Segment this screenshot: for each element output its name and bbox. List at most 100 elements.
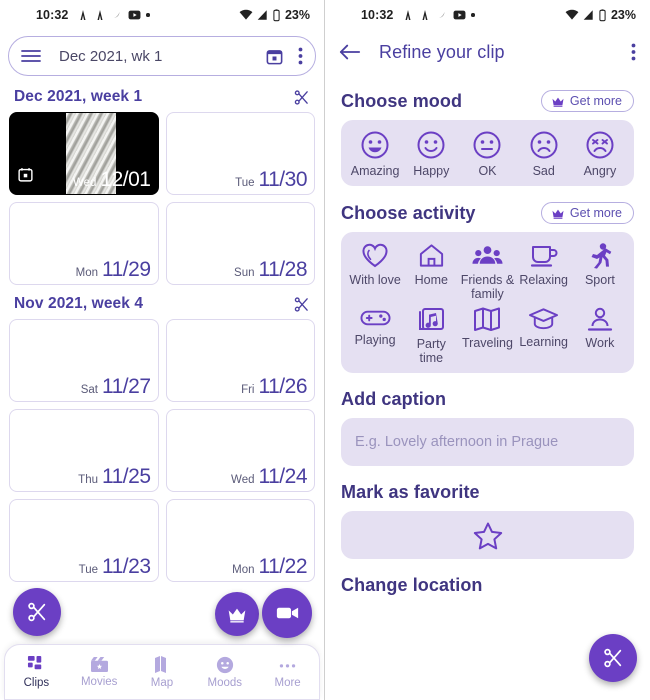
day-date: 11/22 — [258, 555, 308, 578]
app-bar-container: Dec 2021, wk 1 — [0, 30, 324, 78]
nav-item-more[interactable]: More — [256, 656, 319, 689]
day-tile[interactable]: Mon 11/29 — [9, 202, 159, 285]
calendar-badge-icon — [17, 166, 34, 188]
activity-option-playing[interactable]: Playing — [347, 307, 403, 365]
week-header-nov-2021-week-4: Nov 2021, week 4 — [0, 285, 324, 319]
activity-option-traveling[interactable]: Traveling — [459, 307, 515, 365]
activity-option-work[interactable]: Work — [572, 307, 628, 365]
get-more-activities-button[interactable]: Get more — [540, 202, 634, 224]
wifi-icon — [239, 9, 253, 20]
day-of-week: Mon — [232, 564, 255, 576]
battery-icon — [599, 8, 606, 21]
nav-item-movies[interactable]: Movies — [68, 656, 131, 688]
get-more-moods-button[interactable]: Get more — [540, 90, 634, 112]
day-tile-label: Wed 12/01 — [73, 168, 151, 192]
left-panel-clips-calendar: 10:32 23% Dec 2021, wk 1 Dec 2021, week … — [0, 0, 325, 700]
week-header-dec-2021-week-1: Dec 2021, week 1 — [0, 78, 324, 112]
battery-percent: 23% — [610, 8, 636, 22]
hamburger-menu-icon[interactable] — [21, 48, 41, 64]
favorite-toggle[interactable] — [341, 511, 634, 559]
mood-option-amazing[interactable]: Amazing — [347, 130, 403, 178]
top-bar: Refine your clip — [325, 30, 650, 74]
swirl-icon — [113, 12, 121, 19]
more-vertical-icon[interactable] — [631, 43, 636, 61]
app-bar[interactable]: Dec 2021, wk 1 — [8, 36, 316, 76]
activity-option-relaxing[interactable]: Relaxing — [516, 242, 572, 301]
calendar-icon[interactable] — [265, 47, 284, 66]
record-video-fab[interactable] — [262, 588, 312, 638]
activity-label: Party time — [416, 337, 446, 365]
activity-label: With love — [349, 273, 401, 287]
day-date: 11/30 — [258, 168, 308, 191]
day-date: 11/27 — [102, 375, 151, 398]
premium-fab[interactable] — [215, 592, 259, 636]
nav-label: Map — [150, 677, 174, 689]
app-bar-title: Dec 2021, wk 1 — [59, 47, 163, 65]
day-tile[interactable]: Wed 11/24 — [165, 409, 315, 492]
caption-input[interactable]: E.g. Lovely afternoon in Prague — [341, 418, 634, 466]
day-date: 11/23 — [102, 555, 151, 578]
day-tile[interactable]: Mon 11/22 — [165, 499, 315, 582]
activity-label: Traveling — [462, 336, 513, 350]
day-date: 12/01 — [100, 168, 151, 191]
nav-item-moods[interactable]: Moods — [193, 656, 256, 689]
activity-option-friends-family[interactable]: Friends & family — [459, 242, 515, 301]
bottom-navigation: Clips Movies Map Moods More — [4, 644, 320, 700]
refine-content: Choose mood Get more Amazing Happy OK Sa… — [325, 90, 650, 596]
activity-option-learning[interactable]: Learning — [516, 307, 572, 365]
smiley-icon — [216, 656, 233, 673]
heart-icon — [362, 243, 388, 268]
status-time: 10:32 — [36, 8, 69, 22]
scissors-icon[interactable] — [293, 296, 310, 313]
home-icon — [419, 244, 443, 267]
day-tile[interactable]: Tue 11/30 — [165, 112, 315, 195]
day-date: 11/29 — [102, 258, 151, 281]
mood-option-happy[interactable]: Happy — [403, 130, 459, 178]
activity-option-sport[interactable]: Sport — [572, 242, 628, 301]
nav-label: Moods — [207, 676, 243, 689]
right-panel-refine-clip: 10:32 23% Refine your clip Choose mood G… — [325, 0, 650, 700]
face-sad-icon — [530, 131, 558, 159]
scissors-icon[interactable] — [293, 89, 310, 106]
chip-label: Get more — [569, 94, 622, 108]
more-vertical-icon[interactable] — [298, 47, 303, 65]
graduation-cap-icon — [529, 308, 559, 330]
dot-icon — [471, 13, 475, 17]
face-neutral-icon — [473, 131, 501, 159]
swirl-icon — [438, 12, 446, 19]
day-grid-week-4: Sat 11/27 Fri 11/26 Thu 11/25 Wed 11/24 … — [0, 319, 324, 582]
activity-option-party-time[interactable]: Party time — [403, 307, 459, 365]
section-title: Change location — [341, 575, 483, 595]
day-tile[interactable]: Sat 11/27 — [9, 319, 159, 402]
status-bar: 10:32 23% — [0, 0, 324, 30]
nav-item-map[interactable]: Map — [131, 655, 194, 689]
activity-option-home[interactable]: Home — [403, 242, 459, 301]
battery-icon — [273, 8, 280, 21]
mood-label: Happy — [413, 164, 450, 178]
day-tile-label: Mon 11/29 — [76, 258, 151, 282]
clapperboard-icon — [90, 656, 108, 673]
mood-option-sad[interactable]: Sad — [516, 130, 572, 178]
day-tile[interactable]: Sun 11/28 — [165, 202, 315, 285]
day-tile[interactable]: Thu 11/25 — [9, 409, 159, 492]
chip-label: Get more — [569, 206, 622, 220]
mood-label: Angry — [583, 164, 617, 178]
day-tile-label: Thu 11/25 — [78, 465, 151, 489]
nav-item-clips[interactable]: Clips — [5, 655, 68, 689]
arrow-back-icon[interactable] — [339, 43, 361, 61]
wifi-icon — [565, 9, 579, 20]
day-tile[interactable]: Fri 11/26 — [165, 319, 315, 402]
mood-option-angry[interactable]: Angry — [572, 130, 628, 178]
youtube-icon — [454, 10, 466, 20]
activity-label: Relaxing — [519, 273, 569, 287]
mood-option-ok[interactable]: OK — [459, 130, 515, 178]
activity-option-with-love[interactable]: With love — [347, 242, 403, 301]
mood-label: OK — [478, 164, 497, 178]
day-tile[interactable]: Tue 11/23 — [9, 499, 159, 582]
page-title: Refine your clip — [379, 41, 505, 62]
day-grid-week-1: Wed 12/01 Tue 11/30 Mon 11/29 Sun 11/28 — [0, 112, 324, 285]
day-tile[interactable]: Wed 12/01 — [9, 112, 159, 195]
scissors-fab[interactable] — [589, 634, 637, 682]
scissors-fab[interactable] — [13, 588, 61, 636]
nav-label: Movies — [80, 676, 118, 688]
